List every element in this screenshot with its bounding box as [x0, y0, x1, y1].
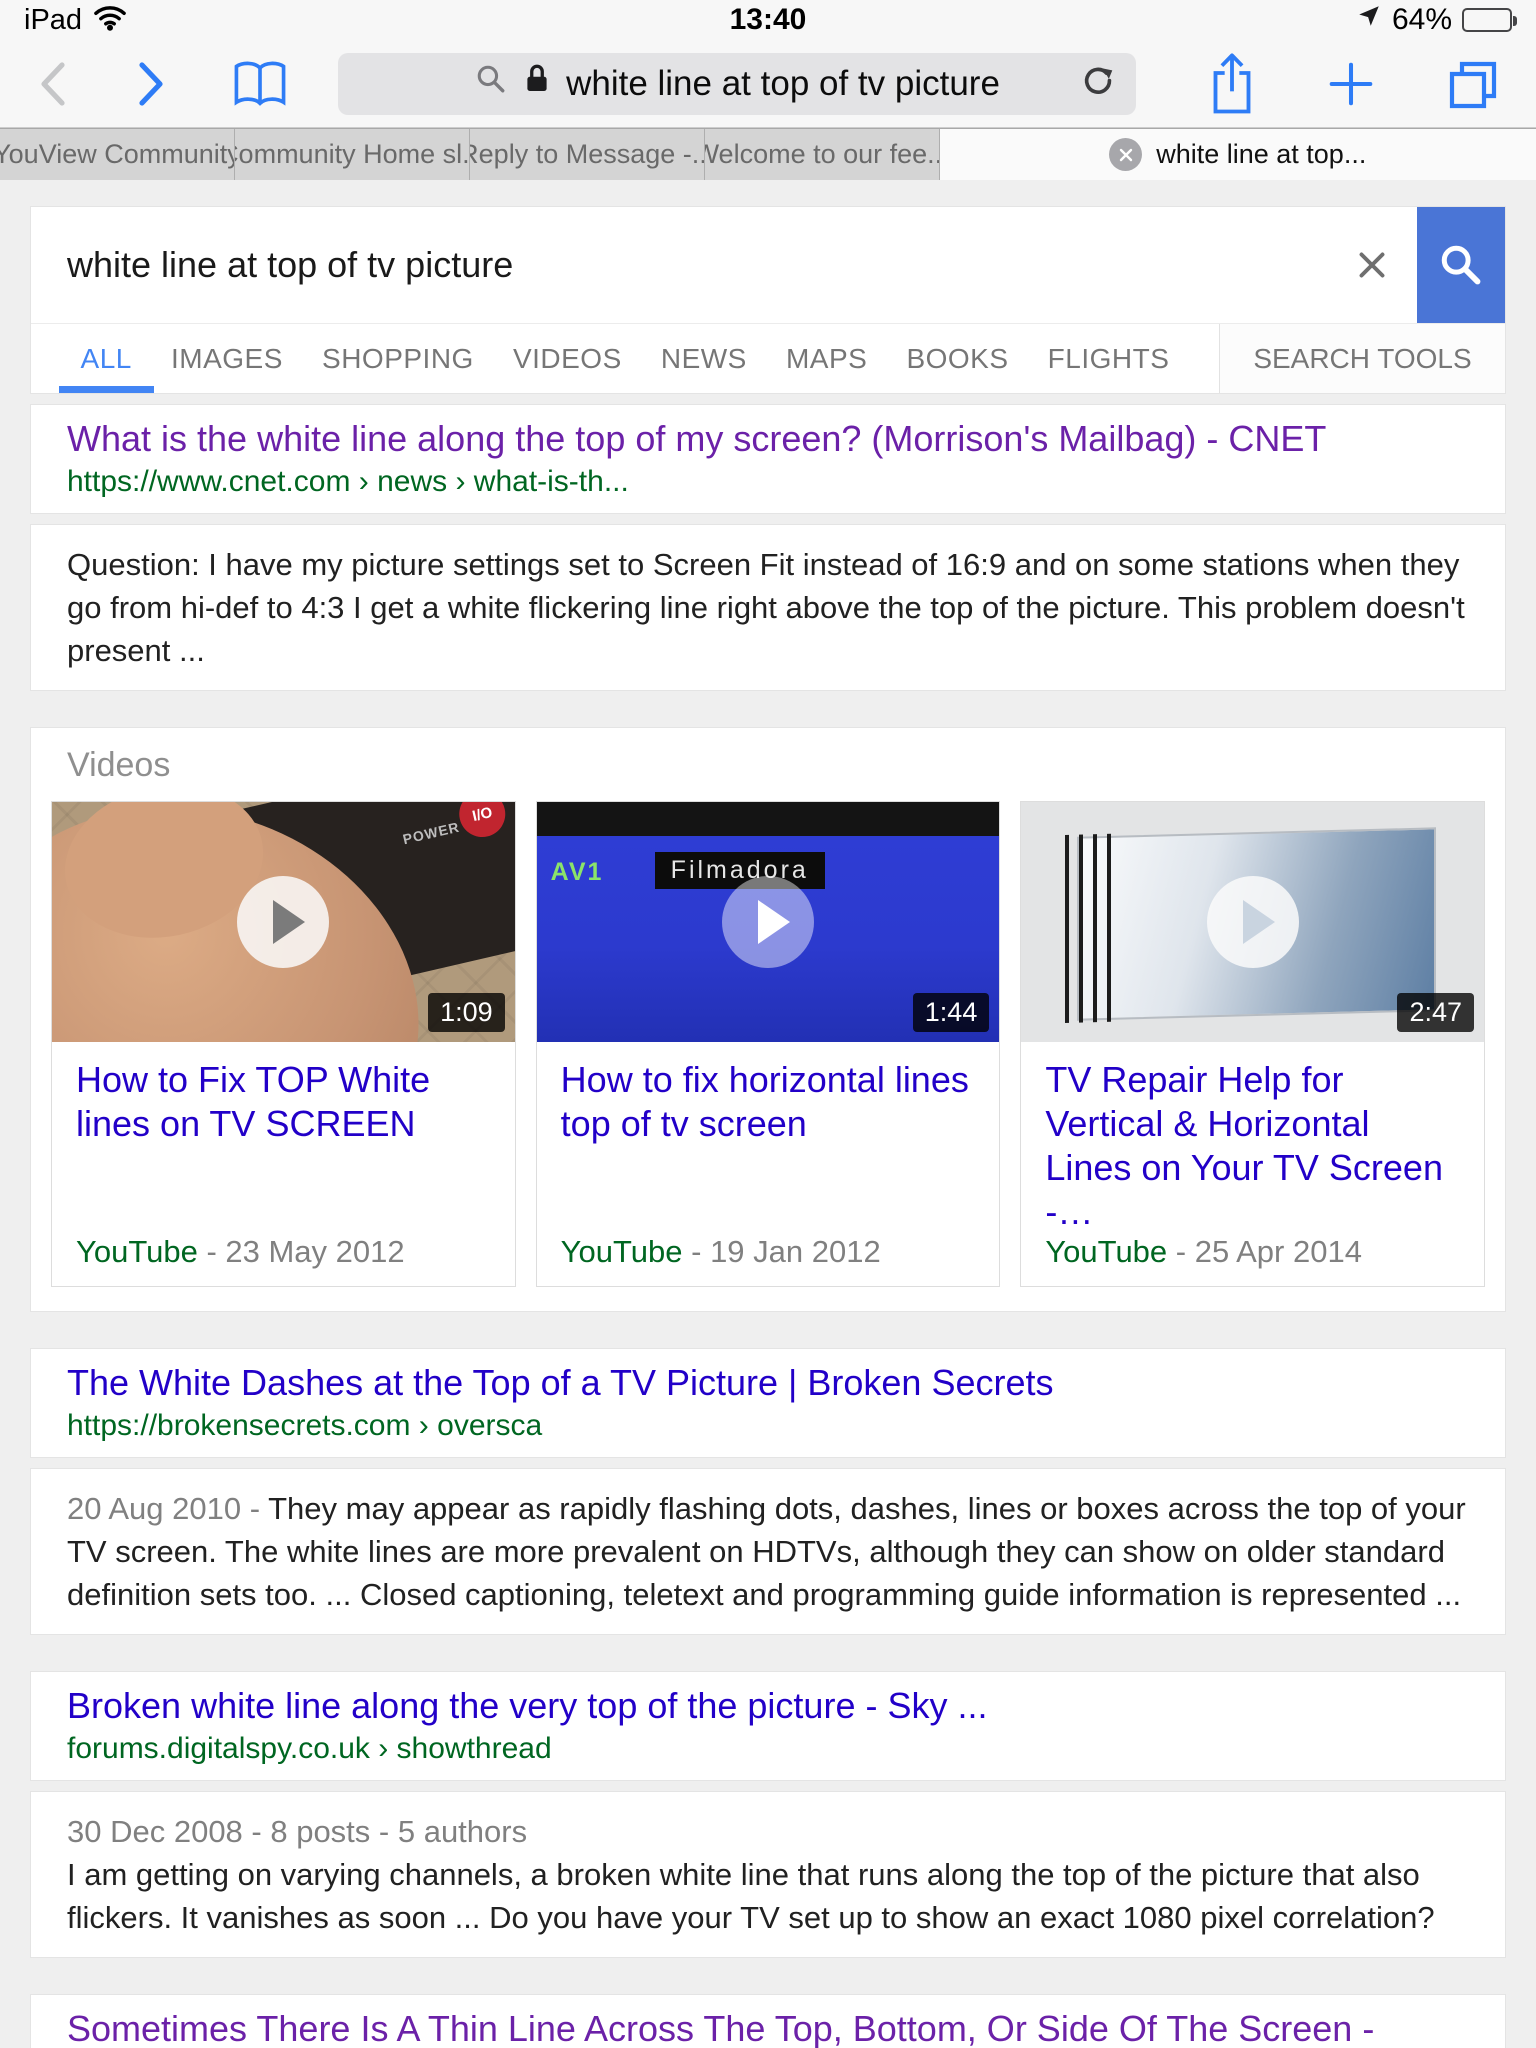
- address-text: white line at top of tv picture: [566, 64, 1000, 104]
- result-url[interactable]: https://brokensecrets.com › oversca: [67, 1409, 1469, 1443]
- video-thumbnail-1[interactable]: INPUT POWER I/O 9 1:09: [52, 802, 515, 1042]
- video-duration-badge: 1:44: [913, 993, 990, 1032]
- tab-videos[interactable]: VIDEOS: [513, 324, 622, 393]
- tab-strip: YouView Community Community Home sl... R…: [0, 128, 1536, 180]
- battery-icon: [1462, 8, 1512, 32]
- battery-percent: 64%: [1392, 3, 1452, 37]
- video-date: 19 Jan 2012: [710, 1234, 881, 1269]
- browser-toolbar: white line at top of tv picture: [0, 40, 1536, 128]
- video-thumbnail-3[interactable]: 2:47: [1021, 802, 1484, 1042]
- tab-books[interactable]: BOOKS: [906, 324, 1008, 393]
- tab-label: Community Home sl...: [235, 139, 470, 170]
- search-tools-button[interactable]: SEARCH TOOLS: [1219, 324, 1505, 393]
- address-bar[interactable]: white line at top of tv picture: [338, 53, 1136, 115]
- result-samsung: Sometimes There Is A Thin Line Across Th…: [30, 1994, 1506, 2048]
- browser-tab-reply[interactable]: Reply to Message -...: [470, 129, 705, 180]
- search-icon: [474, 62, 508, 105]
- result-title-link[interactable]: The White Dashes at the Top of a TV Pict…: [67, 1361, 1469, 1405]
- search-query-input[interactable]: white line at top of tv picture: [31, 244, 1327, 286]
- new-tab-icon[interactable]: [1324, 57, 1378, 111]
- browser-tab-community-home[interactable]: Community Home sl...: [235, 129, 470, 180]
- snippet-meta: 30 Dec 2008 - 8 posts - 5 authors: [67, 1810, 1469, 1853]
- browser-tab-active[interactable]: white line at top...: [940, 129, 1536, 180]
- clock: 13:40: [0, 3, 1536, 37]
- bookmarks-icon[interactable]: [230, 58, 290, 110]
- tab-close-icon[interactable]: [1109, 138, 1142, 171]
- video-card-1[interactable]: INPUT POWER I/O 9 1:09 How to Fix TOP Wh…: [51, 801, 516, 1287]
- tab-news[interactable]: NEWS: [661, 324, 747, 393]
- video-title-link[interactable]: How to fix horizontal lines top of tv sc…: [561, 1058, 976, 1146]
- google-search-card: white line at top of tv picture ALL IMAG…: [30, 206, 1506, 394]
- result-title-link[interactable]: Sometimes There Is A Thin Line Across Th…: [67, 2007, 1469, 2048]
- video-meta: YouTube - 23 May 2012: [76, 1234, 491, 1270]
- meta-separator: -: [198, 1234, 226, 1269]
- result-cnet: What is the white line along the top of …: [30, 404, 1506, 514]
- video-card-3[interactable]: 2:47 TV Repair Help for Vertical & Horiz…: [1020, 801, 1485, 1287]
- forward-button[interactable]: [134, 61, 168, 107]
- browser-tab-youview[interactable]: YouView Community: [0, 129, 235, 180]
- tab-shopping[interactable]: SHOPPING: [322, 324, 474, 393]
- videos-heading: Videos: [51, 746, 1485, 785]
- snippet-text: I am getting on varying channels, a brok…: [67, 1853, 1469, 1939]
- tv-top-bar-image: [537, 802, 1000, 836]
- result-brokensecrets-snippet: 20 Aug 2010 - They may appear as rapidly…: [30, 1468, 1506, 1635]
- video-duration-badge: 2:47: [1397, 993, 1474, 1032]
- videos-section: Videos INPUT POWER I/O 9 1:09: [30, 727, 1506, 1312]
- video-date: 23 May 2012: [225, 1234, 404, 1269]
- video-date: 25 Apr 2014: [1195, 1234, 1362, 1269]
- status-bar: iPad 13:40 64%: [0, 0, 1536, 40]
- video-thumbnail-2[interactable]: AV1 Filmadora 1:44: [537, 802, 1000, 1042]
- snippet-text: They may appear as rapidly flashing dots…: [67, 1491, 1466, 1612]
- browser-tab-welcome[interactable]: Welcome to our fee...: [705, 129, 940, 180]
- tab-label: Reply to Message -...: [470, 139, 705, 170]
- result-url[interactable]: https://www.cnet.com › news › what-is-th…: [67, 465, 1469, 499]
- result-cnet-snippet: Question: I have my picture settings set…: [30, 524, 1506, 691]
- back-button[interactable]: [36, 61, 70, 107]
- tabs-overview-icon[interactable]: [1444, 56, 1500, 112]
- video-source: YouTube: [1045, 1234, 1167, 1269]
- thumb-text: AV1: [551, 858, 604, 887]
- video-duration-badge: 1:09: [428, 993, 505, 1032]
- search-results-page: white line at top of tv picture ALL IMAG…: [0, 180, 1536, 2048]
- tab-maps[interactable]: MAPS: [786, 324, 867, 393]
- tab-label: Welcome to our fee...: [705, 139, 940, 170]
- tab-flights[interactable]: FLIGHTS: [1048, 324, 1170, 393]
- result-brokensecrets: The White Dashes at the Top of a TV Pict…: [30, 1348, 1506, 1458]
- video-source: YouTube: [76, 1234, 198, 1269]
- lock-icon: [522, 61, 552, 106]
- thumb-text: POWER: [401, 819, 461, 848]
- result-digitalspy-snippet: 30 Dec 2008 - 8 posts - 5 authors I am g…: [30, 1791, 1506, 1958]
- tab-label: white line at top...: [1156, 139, 1366, 170]
- result-digitalspy: Broken white line along the very top of …: [30, 1671, 1506, 1781]
- google-result-tabs: ALL IMAGES SHOPPING VIDEOS NEWS MAPS BOO…: [31, 323, 1505, 393]
- play-icon: [722, 876, 814, 968]
- location-arrow-icon: [1356, 3, 1382, 37]
- video-meta: YouTube - 19 Jan 2012: [561, 1234, 976, 1270]
- video-card-2[interactable]: AV1 Filmadora 1:44 How to fix horizontal…: [536, 801, 1001, 1287]
- snippet-text: Question: I have my picture settings set…: [67, 547, 1465, 668]
- share-icon[interactable]: [1206, 51, 1258, 117]
- video-meta: YouTube - 25 Apr 2014: [1045, 1234, 1460, 1270]
- refresh-icon[interactable]: [1080, 65, 1118, 108]
- safari-window: iPad 13:40 64%: [0, 0, 1536, 2048]
- meta-separator: -: [683, 1234, 711, 1269]
- tab-all[interactable]: ALL: [81, 324, 132, 393]
- snippet-date: 20 Aug 2010 -: [67, 1491, 268, 1526]
- video-source: YouTube: [561, 1234, 683, 1269]
- video-title-link[interactable]: How to Fix TOP White lines on TV SCREEN: [76, 1058, 491, 1146]
- thumb-text: Filmadora: [655, 852, 825, 889]
- search-submit-button[interactable]: [1417, 207, 1505, 323]
- video-title-link[interactable]: TV Repair Help for Vertical & Horizontal…: [1045, 1058, 1460, 1234]
- meta-separator: -: [1167, 1234, 1195, 1269]
- play-icon: [237, 876, 329, 968]
- clear-search-icon[interactable]: [1327, 247, 1417, 283]
- tab-images[interactable]: IMAGES: [171, 324, 283, 393]
- magnifier-icon: [1436, 240, 1486, 290]
- result-title-link[interactable]: What is the white line along the top of …: [67, 417, 1469, 461]
- thumb-text: I/O: [454, 802, 509, 842]
- play-icon: [1207, 876, 1299, 968]
- result-title-link[interactable]: Broken white line along the very top of …: [67, 1684, 1469, 1728]
- result-url[interactable]: forums.digitalspy.co.uk › showthread: [67, 1732, 1469, 1766]
- tab-label: YouView Community: [0, 139, 235, 170]
